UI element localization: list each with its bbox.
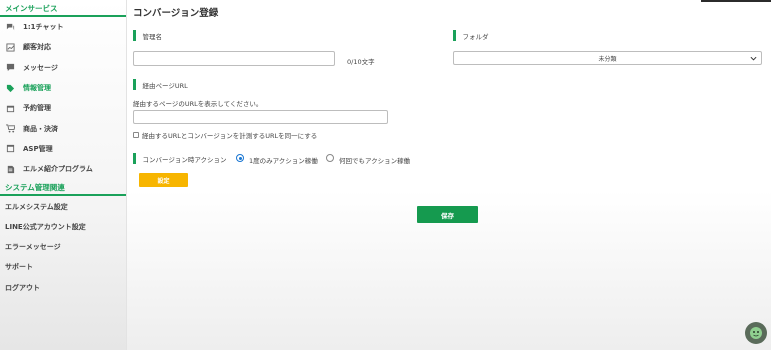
sidebar-item-message[interactable]: メッセージ	[0, 58, 126, 78]
sidebar-item-label: エルメシステム設定	[5, 202, 68, 211]
section-marker	[133, 30, 136, 41]
sidebar-item-products[interactable]: 商品・決済	[0, 118, 126, 138]
sidebar-section-main: メインサービス	[0, 0, 126, 17]
same-url-option[interactable]: 経由するURLとコンバージョンを計測するURLを同一にする	[133, 130, 317, 140]
name-counter: 0/10文字	[347, 58, 375, 66]
message-icon	[5, 63, 15, 73]
tag-icon	[5, 83, 15, 93]
sidebar-item-line-settings[interactable]: LINE公式アカウント設定	[0, 217, 126, 237]
sidebar-item-chat[interactable]: 1:1チャット	[0, 17, 126, 37]
section-marker	[453, 30, 456, 41]
cart-icon	[5, 124, 15, 134]
same-url-label: 経由するURLとコンバージョンを計測するURLを同一にする	[142, 132, 318, 140]
window-icon	[5, 144, 15, 154]
sidebar-item-label: ASP管理	[23, 144, 53, 153]
sidebar: メインサービス 1:1チャット 顧客対応 メッセージ 情報管理 予約管理 商品・…	[0, 0, 127, 350]
url-hint: 経由するページのURLを表示してください。	[133, 100, 263, 108]
action-label: コンバージョン時アクション	[133, 153, 227, 164]
setting-button[interactable]: 設定	[139, 173, 188, 187]
name-label: 管理名	[133, 30, 162, 41]
sidebar-item-label: 予約管理	[23, 104, 51, 113]
sidebar-item-referral[interactable]: エルメ紹介プログラム	[0, 159, 126, 179]
name-input[interactable]	[133, 51, 335, 66]
section-marker	[133, 153, 136, 164]
action-label-text: コンバージョン時アクション	[142, 155, 227, 164]
radio-once-label: 1度のみアクション稼働	[249, 157, 318, 165]
chat-icon	[5, 22, 15, 32]
calendar-icon	[5, 103, 15, 113]
sidebar-item-error-messages[interactable]: エラーメッセージ	[0, 237, 126, 257]
radio-always[interactable]	[326, 154, 334, 162]
sidebar-item-label: 商品・決済	[23, 124, 58, 133]
sidebar-item-asp[interactable]: ASP管理	[0, 139, 126, 159]
sidebar-item-label: ログアウト	[5, 283, 40, 292]
url-label: 経由ページURL	[133, 79, 188, 90]
chat-widget-button[interactable]	[745, 322, 767, 344]
main-content: コンバージョン登録 管理名 0/10文字 フォルダ 未分類 経由ページURL 経…	[133, 0, 771, 350]
sidebar-item-label: サポート	[5, 263, 33, 272]
sidebar-item-label: 情報管理	[23, 84, 51, 93]
chart-icon	[5, 42, 15, 52]
sidebar-item-label: エルメ紹介プログラム	[23, 165, 93, 174]
sidebar-item-logout[interactable]: ログアウト	[0, 278, 126, 298]
sidebar-item-label: エラーメッセージ	[5, 243, 61, 252]
url-label-text: 経由ページURL	[142, 81, 188, 90]
sidebar-item-reservation[interactable]: 予約管理	[0, 98, 126, 118]
folder-label-text: フォルダ	[462, 32, 489, 41]
url-input[interactable]	[133, 110, 388, 124]
same-url-checkbox[interactable]	[133, 132, 139, 138]
sidebar-section-system: システム管理関連	[0, 179, 126, 197]
save-button[interactable]: 保存	[417, 206, 478, 223]
folder-select-value: 未分類	[598, 55, 617, 63]
folder-select[interactable]: 未分類	[453, 51, 762, 65]
support-bot-icon	[750, 327, 762, 339]
section-marker	[133, 79, 136, 90]
sidebar-item-info[interactable]: 情報管理	[0, 78, 126, 98]
sidebar-item-elme-settings[interactable]: エルメシステム設定	[0, 196, 126, 216]
name-label-text: 管理名	[142, 32, 163, 41]
sidebar-item-label: 1:1チャット	[23, 23, 64, 32]
sidebar-item-label: メッセージ	[23, 63, 58, 72]
sidebar-item-label: 顧客対応	[23, 43, 51, 52]
radio-always-label: 何回でもアクション稼働	[339, 157, 411, 165]
page-title: コンバージョン登録	[133, 8, 219, 19]
radio-once[interactable]	[236, 154, 244, 162]
sidebar-item-support[interactable]: サポート	[0, 257, 126, 277]
sidebar-item-label: LINE公式アカウント設定	[5, 222, 86, 231]
sidebar-item-customer[interactable]: 顧客対応	[0, 37, 126, 57]
folder-label: フォルダ	[453, 30, 489, 41]
chevron-down-icon	[750, 56, 757, 61]
document-icon	[5, 164, 15, 174]
